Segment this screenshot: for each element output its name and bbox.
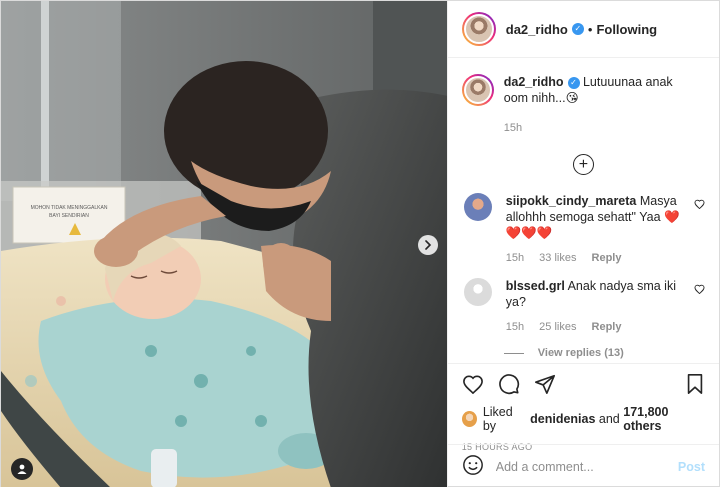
header-separator: • [587,21,593,37]
author-avatar[interactable] [461,12,496,46]
following-button[interactable]: Following [596,22,657,37]
liked-by-others[interactable]: 171,800 others [623,405,705,433]
post-actions: Liked by denidenias and 171,800 others 1… [447,363,719,452]
comment-username[interactable]: siipokk_cindy_mareta [506,194,637,208]
post-side-panel: da2_ridho ✓ • Following da2_ridho ✓ Lutuu… [446,1,719,487]
reply-button[interactable]: Reply [592,321,622,333]
load-more-comments[interactable]: + [462,154,705,175]
view-replies-button[interactable]: View replies (13) [503,347,705,359]
verified-badge-icon: ✓ [567,76,580,89]
commenter-avatar[interactable] [463,278,492,306]
liked-by-and: and [598,412,620,426]
chevron-right-icon [425,240,432,250]
add-comment-input[interactable] [495,459,678,474]
comment-time[interactable]: 15h [506,321,524,333]
instagram-post: MOHON TIDAK MENINGGALKAN BAYI SENDIRIAN [0,0,720,487]
next-photo-button[interactable] [418,235,438,255]
sign-line-2: BAYI SENDIRIAN [49,213,89,219]
post-photo[interactable]: MOHON TIDAK MENINGGALKAN BAYI SENDIRIAN [1,1,447,487]
heart-icon[interactable] [462,374,484,394]
verified-badge-icon: ✓ [571,23,584,35]
post-header: da2_ridho ✓ • Following [447,1,719,58]
photo-scene: MOHON TIDAK MENINGGALKAN BAYI SENDIRIAN [1,1,447,487]
paper-plane-icon[interactable] [534,373,556,395]
comment-hearts: ❤️❤️❤️ [505,226,553,240]
caption-avatar[interactable] [461,74,494,106]
plus-circle-icon[interactable]: + [572,154,594,175]
commenter-avatar[interactable] [463,193,492,221]
sign-line-1: MOHON TIDAK MENINGGALKAN [31,205,108,211]
comment-like-heart-icon[interactable] [694,284,705,297]
add-comment-bar: Post [447,444,719,487]
comments-section[interactable]: da2_ridho ✓ Lutuuunaa anak oom nihh...😘 1… [448,58,719,363]
comment-item: blssed.grl Anak nadya sma iki ya? 15h 25… [462,278,705,335]
bookmark-icon[interactable] [685,373,705,395]
comment-username[interactable]: blssed.grl [506,279,565,293]
smiley-icon[interactable] [462,454,484,479]
caption-username[interactable]: da2_ridho [504,75,564,89]
view-replies-line [503,352,524,354]
liked-by-user[interactable]: denidenias [530,412,595,426]
comment-likes[interactable]: 33 likes [539,252,576,264]
liked-by-prefix: Liked by [482,405,513,433]
comment-likes[interactable]: 25 likes [539,321,576,333]
post-comment-button[interactable]: Post [678,460,705,474]
comment-time[interactable]: 15h [506,252,524,264]
tagged-users-button[interactable] [11,458,33,480]
user-tag-icon [17,464,27,474]
reply-button[interactable]: Reply [592,252,622,264]
comment-item: siipokk_cindy_mareta Masya allohhh semog… [462,193,705,266]
comment-like-heart-icon[interactable] [694,199,705,212]
comment-icon[interactable] [498,373,520,395]
author-username[interactable]: da2_ridho [506,22,568,37]
liker-avatar[interactable] [461,411,477,427]
post-caption: da2_ridho ✓ Lutuuunaa anak oom nihh...😘 1… [461,74,705,136]
likes-summary: Liked by denidenias and 171,800 others [461,405,705,433]
caption-time[interactable]: 15h [504,122,522,134]
view-replies-label[interactable]: View replies (13) [538,347,624,359]
